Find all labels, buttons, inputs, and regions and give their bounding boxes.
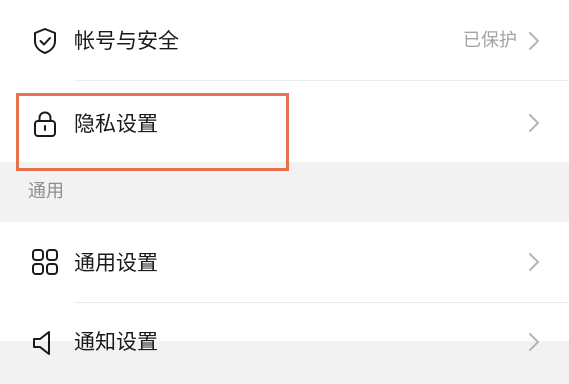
divider <box>74 80 569 81</box>
chevron-right-icon <box>527 252 541 272</box>
section-header-general: 通用 <box>28 181 64 202</box>
settings-group-general: 通用设置 通知设置 <box>0 222 569 355</box>
chevron-right-icon <box>527 31 541 51</box>
speaker-icon <box>30 328 60 358</box>
shield-check-icon <box>30 26 60 56</box>
divider <box>74 302 569 303</box>
privacy-settings-label: 隐私设置 <box>74 112 158 136</box>
account-security-row[interactable]: 帐号与安全 已保护 <box>0 0 569 80</box>
chevron-right-icon <box>527 332 541 352</box>
account-security-status: 已保护 <box>463 30 517 51</box>
lock-icon <box>30 109 60 139</box>
chevron-right-icon <box>527 113 541 133</box>
general-settings-row[interactable]: 通用设置 <box>0 222 569 302</box>
notification-settings-label: 通知设置 <box>74 330 158 354</box>
privacy-settings-row[interactable]: 隐私设置 <box>0 82 569 162</box>
general-settings-label: 通用设置 <box>74 251 158 275</box>
notification-settings-row[interactable]: 通知设置 <box>0 304 569 384</box>
settings-group-account: 帐号与安全 已保护 隐私设置 <box>0 0 569 162</box>
account-security-label: 帐号与安全 <box>74 29 179 53</box>
grid-icon <box>30 247 60 277</box>
